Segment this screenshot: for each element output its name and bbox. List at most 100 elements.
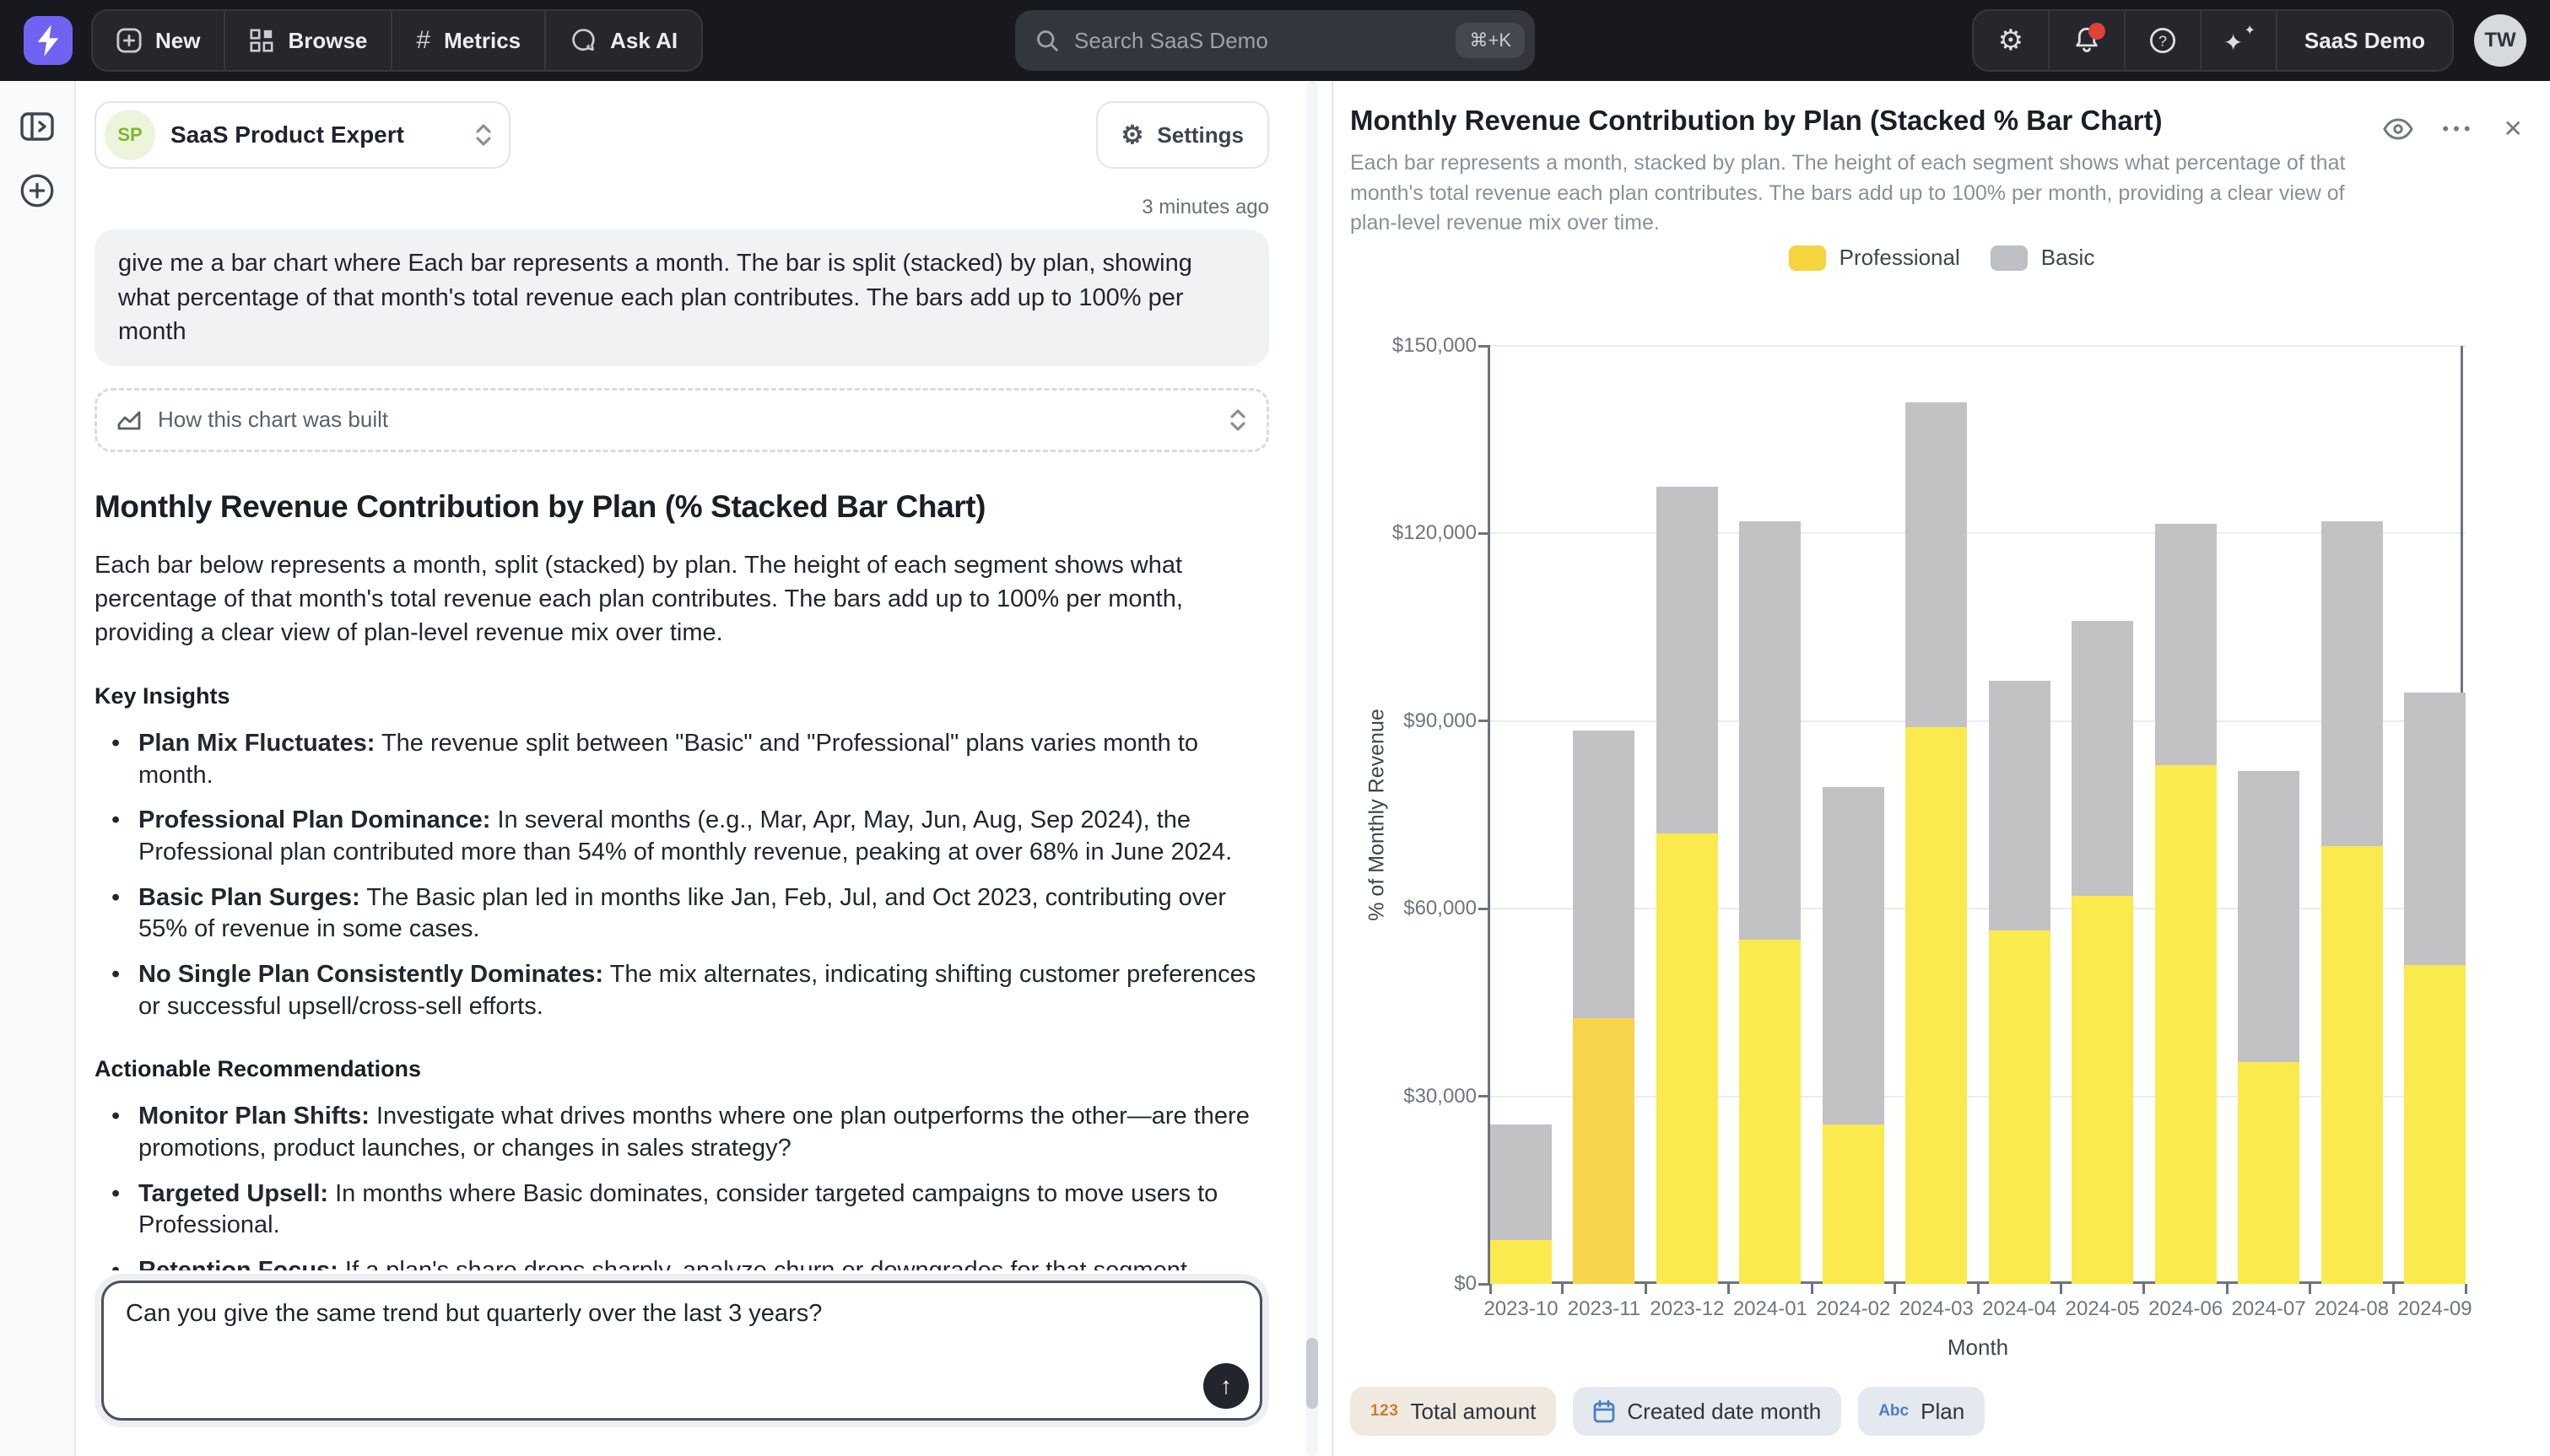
bar-2024-03[interactable]	[1905, 346, 1967, 1284]
chevron-up-down-icon	[1229, 407, 1246, 434]
bar-segment-professional[interactable]	[1989, 930, 2050, 1284]
bar-segment-basic[interactable]	[2155, 524, 2217, 764]
x-axis-tick-label: 2024-06	[2148, 1297, 2223, 1321]
chat-input[interactable]: Can you give the same trend but quarterl…	[101, 1281, 1262, 1421]
gear-icon: ⚙	[1998, 26, 2023, 55]
article-title: Monthly Revenue Contribution by Plan (% …	[95, 489, 1269, 525]
sparkles-icon: ✦✦	[2223, 25, 2254, 56]
workspace-button[interactable]: SaaS Demo	[2277, 11, 2452, 70]
field-tag-created-date-month[interactable]: Created date month	[1573, 1387, 1841, 1436]
notifications-button[interactable]	[2050, 11, 2126, 70]
main-area: SP SaaS Product Expert ⚙ Settings 3 minu…	[0, 81, 2550, 1456]
bar-segment-basic[interactable]	[1905, 402, 1967, 727]
bar-segment-basic[interactable]	[1490, 1124, 1552, 1240]
bar-segment-basic[interactable]	[1823, 787, 1884, 1124]
bar-2024-06[interactable]	[2155, 346, 2217, 1284]
ask-ai-button[interactable]: Ask AI	[546, 11, 701, 70]
chat-input-container: Can you give the same trend but quarterl…	[95, 1274, 1269, 1427]
chat-sparkle-icon	[570, 27, 597, 54]
bar-2024-05[interactable]	[2072, 346, 2133, 1284]
bar-segment-professional[interactable]	[1823, 1124, 1884, 1284]
bar-segment-professional[interactable]	[2072, 896, 2133, 1284]
bar-segment-professional[interactable]	[1573, 1018, 1634, 1284]
bar-2024-01[interactable]	[1739, 346, 1801, 1284]
chat-scrollbar[interactable]	[1306, 81, 1318, 1456]
x-axis-tick	[1811, 1284, 1813, 1294]
recommendations-list: Monitor Plan Shifts: Investigate what dr…	[95, 1101, 1269, 1270]
new-button[interactable]: New	[93, 11, 225, 70]
ai-sparkles-button[interactable]: ✦✦	[2202, 11, 2277, 70]
bar-2024-04[interactable]	[1989, 346, 2050, 1284]
y-axis-title: % of Monthly Revenue	[1365, 709, 1390, 921]
bar-2024-09[interactable]	[2404, 346, 2466, 1284]
bar-segment-basic[interactable]	[2238, 771, 2299, 1062]
help-icon: ?	[2148, 26, 2177, 55]
y-axis-tick-label: $30,000	[1342, 1085, 1477, 1108]
bar-segment-professional[interactable]	[2404, 965, 2466, 1284]
x-axis-tick-label: 2023-12	[1650, 1297, 1724, 1321]
bar-2023-11[interactable]	[1573, 346, 1634, 1284]
settings-gear-button[interactable]: ⚙	[1974, 11, 2050, 70]
app-logo[interactable]	[24, 16, 73, 65]
list-item: Retention Focus: If a plan's share drops…	[95, 1255, 1269, 1270]
arrow-up-icon: ↑	[1220, 1372, 1232, 1399]
y-axis-tick-label: $90,000	[1342, 709, 1477, 733]
expand-sidebar-button[interactable]	[19, 108, 56, 145]
browse-button-label: Browse	[288, 28, 367, 54]
x-axis-tick	[1645, 1284, 1647, 1294]
workspace-label: SaaS Demo	[2304, 28, 2425, 54]
plus-circle-icon	[19, 173, 55, 208]
chat-scroll-area: SP SaaS Product Expert ⚙ Settings 3 minu…	[95, 101, 1269, 1270]
bar-segment-professional[interactable]	[2321, 846, 2383, 1284]
y-axis-tick-label: $120,000	[1342, 521, 1477, 545]
global-search[interactable]: Search SaaS Demo ⌘+K	[1015, 10, 1535, 71]
sidebar-toggle-icon	[20, 112, 54, 141]
y-axis-tick-label: $60,000	[1342, 897, 1477, 920]
agent-name: SaaS Product Expert	[170, 121, 404, 148]
bar-segment-basic[interactable]	[1656, 487, 1718, 833]
list-item: Plan Mix Fluctuates: The revenue split b…	[95, 728, 1269, 791]
field-tag-plan[interactable]: Abc Plan	[1858, 1387, 1985, 1436]
x-axis-tick	[1561, 1284, 1564, 1294]
list-item: Basic Plan Surges: The Basic plan led in…	[95, 882, 1269, 946]
bar-segment-professional[interactable]	[1656, 833, 1718, 1284]
x-axis-tick-label: 2024-09	[2397, 1297, 2472, 1321]
how-chart-built-toggle[interactable]: How this chart was built	[95, 388, 1269, 452]
bar-2023-10[interactable]	[1490, 346, 1552, 1284]
help-button[interactable]: ?	[2126, 11, 2202, 70]
user-avatar[interactable]: TW	[2474, 14, 2526, 67]
bar-segment-basic[interactable]	[1573, 731, 1634, 1018]
bar-segment-professional[interactable]	[1739, 940, 1801, 1284]
bar-segment-basic[interactable]	[1989, 681, 2050, 931]
x-axis-tick-label: 2023-10	[1483, 1297, 1558, 1321]
bar-segment-professional[interactable]	[1490, 1240, 1552, 1284]
message-timestamp: 3 minutes ago	[95, 196, 1269, 219]
gear-icon: ⚙	[1121, 121, 1144, 150]
bar-2024-02[interactable]	[1823, 346, 1884, 1284]
agent-settings-button[interactable]: ⚙ Settings	[1096, 101, 1269, 169]
bar-segment-basic[interactable]	[2072, 621, 2133, 896]
x-axis-tick	[1977, 1284, 1980, 1294]
bar-2024-08[interactable]	[2321, 346, 2383, 1284]
new-thread-button[interactable]	[19, 172, 56, 209]
app-window: New Browse # Metrics Ask AI	[0, 0, 2550, 1456]
chat-header: SP SaaS Product Expert ⚙ Settings	[95, 101, 1269, 169]
bar-2024-07[interactable]	[2238, 346, 2299, 1284]
agent-avatar: SP	[105, 110, 155, 160]
bar-segment-basic[interactable]	[1739, 521, 1801, 941]
bar-segment-professional[interactable]	[1905, 727, 1967, 1284]
bar-segment-professional[interactable]	[2155, 765, 2217, 1284]
bar-segment-basic[interactable]	[2321, 521, 2383, 846]
x-axis-tick	[1727, 1284, 1730, 1294]
new-button-label: New	[155, 28, 200, 54]
agent-select[interactable]: SP SaaS Product Expert	[95, 101, 511, 169]
bar-segment-professional[interactable]	[2238, 1062, 2299, 1284]
insights-heading: Key Insights	[95, 683, 1269, 709]
metrics-button[interactable]: # Metrics	[392, 11, 546, 70]
field-tag-total-amount[interactable]: 123 Total amount	[1350, 1387, 1556, 1436]
bar-segment-basic[interactable]	[2404, 693, 2466, 964]
send-button[interactable]: ↑	[1203, 1363, 1249, 1409]
browse-button[interactable]: Browse	[225, 11, 392, 70]
chat-scrollbar-thumb[interactable]	[1306, 1338, 1318, 1409]
bar-2023-12[interactable]	[1656, 346, 1718, 1284]
